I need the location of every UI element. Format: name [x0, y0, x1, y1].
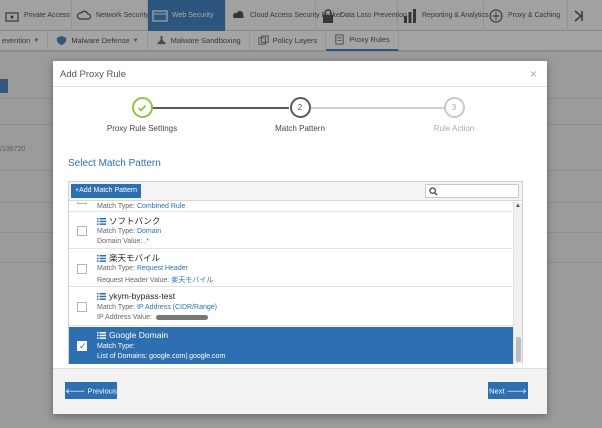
list-scrollbar[interactable]: ▲	[513, 202, 522, 364]
search-box	[425, 184, 519, 198]
arrow-right-icon: 🡒	[506, 386, 527, 396]
step-circle	[131, 97, 153, 118]
match-value-label: IP Address Value:	[97, 314, 152, 321]
list-icon	[97, 254, 106, 262]
add-proxy-rule-dialog: Add Proxy Rule × Proxy Rule Settings 2 M…	[53, 61, 547, 414]
match-value-line: List of Domains: google.com|.google.com	[97, 353, 225, 360]
list-item-selected[interactable]: ✓ Google Domain Match Type: List of Doma…	[69, 327, 513, 364]
list-item[interactable]: ソフトバンク Match Type: Domain Domain Value: …	[69, 213, 513, 249]
list-icon	[97, 331, 106, 339]
row-checkbox[interactable]	[77, 226, 87, 236]
list-icon	[97, 217, 106, 225]
step-label: Rule Action	[433, 124, 475, 133]
match-type-line: Match Type: Request Header	[97, 265, 188, 272]
match-type-value: Domain	[136, 228, 162, 235]
match-type-line: Match Type: Combined Rule	[97, 203, 185, 210]
match-type-value: Combined Rule	[136, 203, 186, 210]
match-type-label: Match Type:	[97, 304, 136, 311]
row-checkbox[interactable]	[77, 202, 87, 204]
match-pattern-panel: +Add Match Pattern Match Type: Combined …	[68, 181, 523, 364]
pattern-name-text: ソフトバンク	[109, 216, 161, 226]
arrow-left-icon: 🡐	[65, 386, 86, 396]
step-label: Match Pattern	[275, 124, 325, 133]
step-circle: 2	[289, 97, 311, 118]
section-title: Select Match Pattern	[68, 158, 161, 169]
pattern-name-text: Google Domain	[109, 330, 169, 340]
match-type-value: Request Header	[136, 265, 188, 272]
match-value-label: Domain Value:	[97, 238, 143, 245]
match-value-line: Request Header Value: 楽天モバイル	[97, 275, 213, 285]
redacted-value	[155, 314, 208, 320]
match-pattern-list: Match Type: Combined Rule ソフトバンク Match T…	[69, 202, 513, 364]
close-icon[interactable]: ×	[530, 67, 537, 81]
match-type-label: Match Type:	[97, 265, 136, 272]
panel-toolbar: +Add Match Pattern	[69, 182, 522, 201]
pattern-name: Google Domain	[97, 330, 168, 340]
dialog-header: Add Proxy Rule ×	[53, 61, 547, 87]
match-type-line: Match Type: IP Address (CIDR/Range)	[97, 304, 217, 311]
match-type-label: Match Type:	[97, 343, 136, 350]
next-button[interactable]: Next 🡒	[488, 382, 528, 399]
dialog-footer: 🡐 Previous Next 🡒	[53, 368, 547, 414]
list-item[interactable]: 楽天モバイル Match Type: Request Header Reques…	[69, 250, 513, 287]
previous-button[interactable]: 🡐 Previous	[65, 382, 117, 399]
match-value-line: IP Address Value:	[97, 314, 208, 321]
wizard-stepper: Proxy Rule Settings 2 Match Pattern 3 Ru…	[53, 97, 547, 137]
list-item[interactable]: Match Type: Combined Rule	[69, 202, 513, 212]
match-value-label: Request Header Value:	[97, 277, 170, 284]
match-value-label: List of Domains:	[97, 353, 148, 360]
row-checkbox[interactable]	[77, 302, 87, 312]
step-match-pattern[interactable]: 2 Match Pattern	[245, 97, 355, 133]
match-value: 楽天モバイル	[171, 277, 214, 284]
row-checkbox[interactable]	[77, 264, 87, 274]
scrollbar-thumb[interactable]	[516, 337, 521, 362]
match-type-label: Match Type:	[97, 228, 136, 235]
step-proxy-rule-settings[interactable]: Proxy Rule Settings	[87, 97, 197, 133]
check-icon: ✓	[79, 341, 87, 351]
pattern-name: ykym-bypass-test	[97, 291, 175, 301]
search-icon	[429, 187, 438, 196]
check-icon	[137, 104, 147, 112]
match-type-label: Match Type:	[97, 203, 136, 210]
pattern-name-text: 楽天モバイル	[109, 253, 161, 263]
dialog-title: Add Proxy Rule	[60, 69, 127, 80]
step-label: Proxy Rule Settings	[106, 124, 178, 133]
list-icon	[97, 292, 106, 300]
pattern-name: ソフトバンク	[97, 215, 160, 227]
scroll-up-arrow-icon[interactable]: ▲	[515, 203, 521, 209]
next-label: Next	[489, 386, 505, 396]
step-circle: 3	[443, 97, 465, 118]
row-checkbox-checked[interactable]: ✓	[77, 341, 87, 351]
pattern-name: 楽天モバイル	[97, 252, 160, 264]
pattern-name-text: ykym-bypass-test	[109, 291, 176, 301]
match-value: .*	[144, 238, 150, 245]
match-type-line: Match Type:	[97, 343, 135, 350]
previous-label: Previous	[87, 386, 117, 396]
list-item[interactable]: ykym-bypass-test Match Type: IP Address …	[69, 288, 513, 326]
match-type-value: IP Address (CIDR/Range)	[136, 304, 217, 311]
search-input[interactable]	[439, 186, 517, 196]
match-value-line: Domain Value: .*	[97, 238, 149, 245]
add-match-pattern-button[interactable]: +Add Match Pattern	[71, 184, 142, 198]
step-rule-action[interactable]: 3 Rule Action	[399, 97, 509, 133]
match-type-line: Match Type: Domain	[97, 228, 161, 235]
match-value: google.com|.google.com	[149, 353, 226, 360]
